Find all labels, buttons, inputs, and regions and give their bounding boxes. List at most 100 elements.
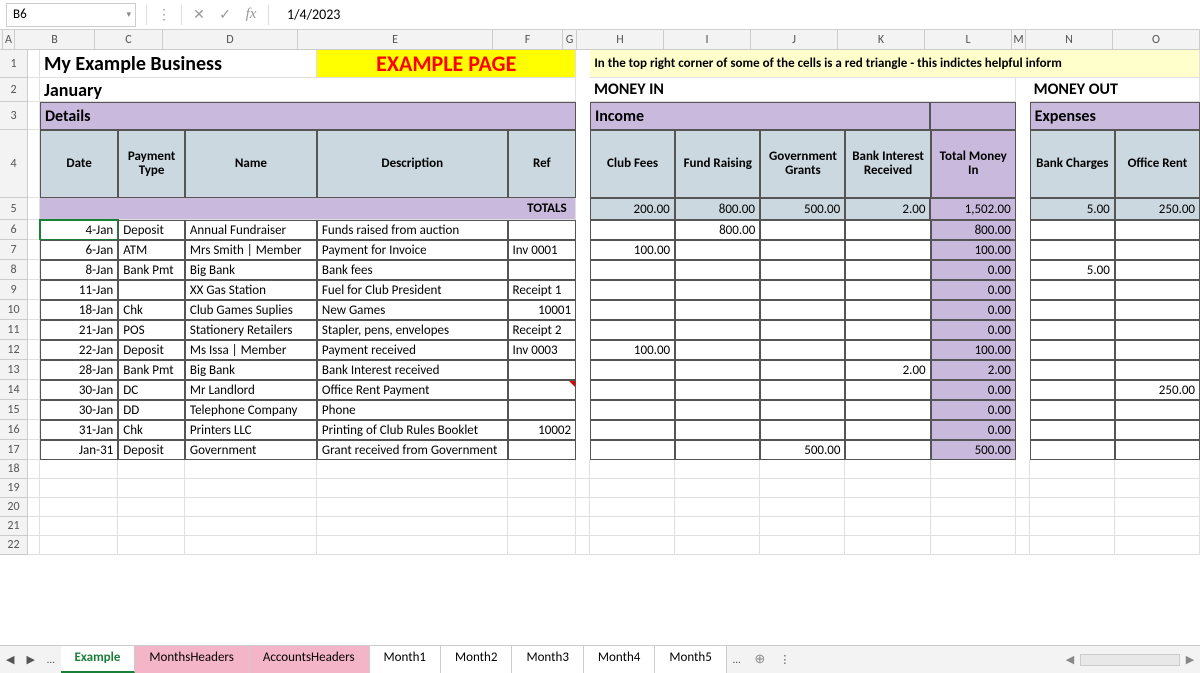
cell-name[interactable]: Mrs Smith | Member: [185, 240, 317, 260]
empty-cell[interactable]: [1016, 498, 1030, 517]
cancel-icon[interactable]: ✕: [186, 6, 212, 23]
empty-cell[interactable]: [1115, 498, 1200, 517]
cell-date[interactable]: 8-Jan: [40, 260, 118, 280]
cell-fund[interactable]: [675, 400, 760, 420]
empty-cell[interactable]: [931, 517, 1016, 536]
row-header-13[interactable]: 13: [0, 360, 28, 380]
horizontal-scrollbar[interactable]: ◀ ▶: [1060, 653, 1200, 666]
col-header-M[interactable]: M: [1012, 30, 1026, 49]
cell-totalin[interactable]: 100.00: [931, 240, 1016, 260]
empty-cell[interactable]: [675, 479, 760, 498]
empty-cell[interactable]: [1030, 536, 1115, 555]
empty-cell[interactable]: [1016, 536, 1030, 555]
cell-name[interactable]: Stationery Retailers: [185, 320, 317, 340]
col-header-K[interactable]: K: [838, 30, 925, 49]
cell-date[interactable]: 6-Jan: [40, 240, 118, 260]
empty-cell[interactable]: [675, 498, 760, 517]
empty-cell[interactable]: [317, 498, 508, 517]
tab-month3[interactable]: Month3: [512, 646, 583, 673]
cell-clubfees[interactable]: [590, 380, 675, 400]
row-header-21[interactable]: 21: [0, 517, 28, 536]
cell-name[interactable]: Annual Fundraiser: [185, 220, 317, 240]
empty-cell[interactable]: [845, 479, 930, 498]
col-header-B[interactable]: B: [15, 30, 95, 49]
cell-name[interactable]: Club Games Suplies: [185, 300, 317, 320]
cell-ptype[interactable]: DD: [118, 400, 185, 420]
cell-fund[interactable]: 800.00: [675, 220, 760, 240]
row-header-17[interactable]: 17: [0, 440, 28, 460]
cell-bankchg[interactable]: [1030, 220, 1115, 240]
empty-cell[interactable]: [118, 479, 185, 498]
cell-fund[interactable]: [675, 420, 760, 440]
row-header-2[interactable]: 2: [0, 78, 28, 102]
cell-bankint[interactable]: [845, 220, 930, 240]
empty-cell[interactable]: [576, 498, 590, 517]
cell-desc[interactable]: Grant received from Government: [317, 440, 508, 460]
cell-ptype[interactable]: Bank Pmt: [118, 260, 185, 280]
empty-cell[interactable]: [590, 498, 675, 517]
cell-name[interactable]: Big Bank: [185, 260, 317, 280]
cell-gov[interactable]: [760, 300, 845, 320]
empty-cell[interactable]: [1115, 460, 1200, 479]
empty-cell[interactable]: [1030, 460, 1115, 479]
col-header-H[interactable]: H: [577, 30, 664, 49]
cell-bankchg[interactable]: [1030, 400, 1115, 420]
row-header-19[interactable]: 19: [0, 479, 28, 498]
tab-next-icon[interactable]: ▶: [20, 653, 40, 666]
cell-totalin[interactable]: 0.00: [931, 420, 1016, 440]
empty-cell[interactable]: [508, 536, 577, 555]
col-header-A[interactable]: A: [3, 30, 15, 49]
empty-cell[interactable]: [1115, 479, 1200, 498]
row-header-22[interactable]: 22: [0, 536, 28, 555]
empty-cell[interactable]: [931, 498, 1016, 517]
cell-fund[interactable]: [675, 240, 760, 260]
cell-clubfees[interactable]: [590, 280, 675, 300]
col-header-N[interactable]: N: [1026, 30, 1113, 49]
scroll-left-icon[interactable]: ◀: [1060, 653, 1080, 666]
cell-fund[interactable]: [675, 300, 760, 320]
cell-bankint[interactable]: [845, 420, 930, 440]
cell-ref[interactable]: 10002: [508, 420, 577, 440]
empty-cell[interactable]: [675, 536, 760, 555]
cell-bankchg[interactable]: 5.00: [1030, 260, 1115, 280]
empty-cell[interactable]: [185, 498, 317, 517]
cell-ref[interactable]: Receipt 1: [508, 280, 577, 300]
cell-ptype[interactable]: POS: [118, 320, 185, 340]
empty-cell[interactable]: [760, 517, 845, 536]
empty-cell[interactable]: [576, 536, 590, 555]
cell-rent[interactable]: [1115, 260, 1200, 280]
cell-rent[interactable]: [1115, 240, 1200, 260]
empty-cell[interactable]: [317, 460, 508, 479]
cell-gov[interactable]: [760, 340, 845, 360]
cell-totalin[interactable]: 0.00: [931, 320, 1016, 340]
cell-fund[interactable]: [675, 340, 760, 360]
cell-gov[interactable]: [760, 360, 845, 380]
cell-bankchg[interactable]: [1030, 420, 1115, 440]
fx-icon[interactable]: fx: [238, 6, 264, 23]
cell-clubfees[interactable]: [590, 260, 675, 280]
cell-fund[interactable]: [675, 380, 760, 400]
cell-date[interactable]: 4-Jan: [40, 220, 118, 240]
cell-totalin[interactable]: 0.00: [931, 380, 1016, 400]
empty-cell[interactable]: [760, 460, 845, 479]
col-header-F[interactable]: F: [493, 30, 563, 49]
empty-cell[interactable]: [40, 460, 118, 479]
tab-prev-icon[interactable]: ◀: [0, 653, 20, 666]
cell-bankint[interactable]: [845, 260, 930, 280]
empty-cell[interactable]: [590, 517, 675, 536]
cell-ref[interactable]: Inv 0003: [508, 340, 577, 360]
empty-cell[interactable]: [931, 460, 1016, 479]
cell-name[interactable]: Government: [185, 440, 317, 460]
empty-cell[interactable]: [1016, 479, 1030, 498]
row-header-11[interactable]: 11: [0, 320, 28, 340]
empty-cell[interactable]: [508, 460, 577, 479]
cell-ptype[interactable]: Deposit: [118, 340, 185, 360]
cell-clubfees[interactable]: 100.00: [590, 340, 675, 360]
cell-ref[interactable]: [508, 380, 577, 400]
cell-bankchg[interactable]: [1030, 300, 1115, 320]
row-header-4[interactable]: 4: [0, 130, 28, 198]
cell-ref[interactable]: [508, 440, 577, 460]
cell-name[interactable]: Big Bank: [185, 360, 317, 380]
cell-clubfees[interactable]: [590, 400, 675, 420]
empty-cell[interactable]: [1115, 536, 1200, 555]
